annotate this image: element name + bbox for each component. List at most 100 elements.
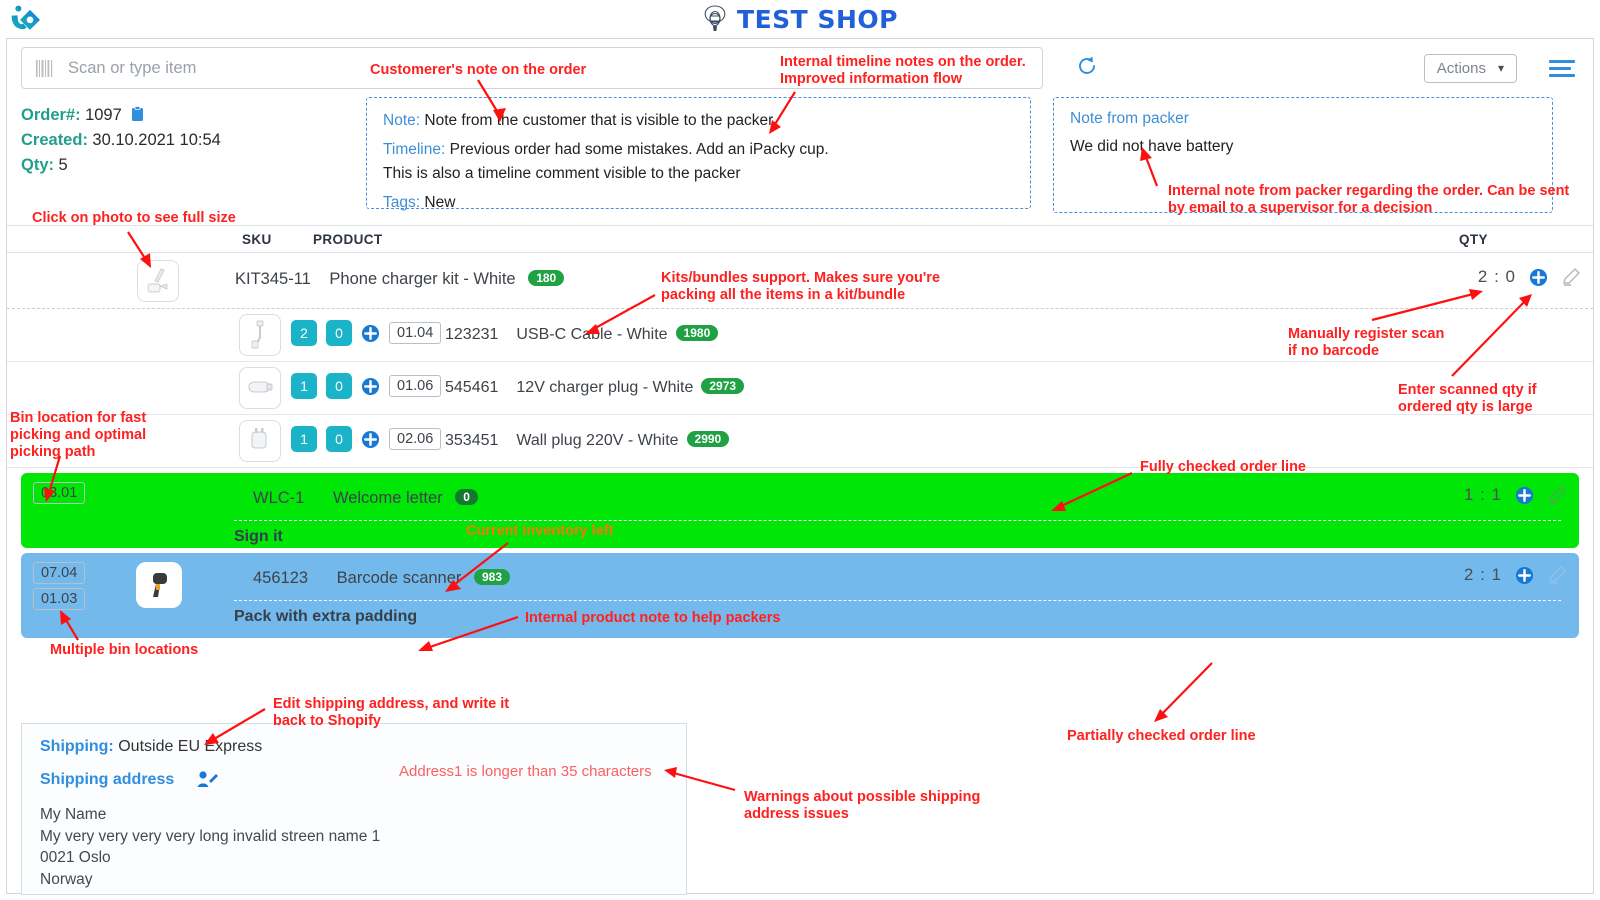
order-meta: Order#: 1097 Created: 30.10.2021 10:54 Q… xyxy=(21,103,221,178)
address-line-4: Norway xyxy=(40,870,93,888)
product-thumbnail[interactable] xyxy=(136,562,182,608)
item-controls: 1 0 01.06 xyxy=(291,373,442,399)
order-number-label: Order#: xyxy=(21,106,81,124)
remaining-qty-badge[interactable]: 0 xyxy=(326,373,352,399)
product-thumbnail[interactable] xyxy=(137,260,179,302)
order-number-value: 1097 xyxy=(85,106,122,124)
plus-circle-icon[interactable] xyxy=(361,430,380,449)
full-row-inventory-badge: 0 xyxy=(455,489,478,505)
remaining-qty-badge[interactable]: 0 xyxy=(326,426,352,452)
order-timeline-value: Previous order had some mistakes. Add an… xyxy=(449,141,829,158)
plus-circle-icon[interactable] xyxy=(361,377,380,396)
bin-location: 07.04 xyxy=(33,562,86,584)
ipacky-logo-icon[interactable] xyxy=(8,4,42,34)
item-controls: 2 0 01.04 xyxy=(291,320,442,346)
usb-cable-photo xyxy=(251,320,264,349)
partial-row-sku: 456123 xyxy=(253,569,309,587)
kit-name: Phone charger kit - White xyxy=(329,270,516,288)
partial-row-name: Barcode scanner xyxy=(336,569,462,587)
row-divider xyxy=(234,600,1561,601)
wall-plug-photo xyxy=(251,428,267,449)
order-line-partial[interactable]: 07.04 01.03 456123 Barcode scanner 983 P… xyxy=(21,553,1579,638)
full-row-qty-value: 1 : 1 xyxy=(1463,485,1502,504)
column-header-product: PRODUCT xyxy=(313,232,383,247)
shipping-box: Shipping: Outside EU Express Shipping ad… xyxy=(21,723,687,895)
plus-circle-icon[interactable] xyxy=(1529,268,1548,287)
app-frame: Scan or type item Actions ▾ Order#: 1097 xyxy=(6,38,1594,895)
item-sku: 123231 xyxy=(445,326,499,343)
full-row-note: Sign it xyxy=(234,528,283,545)
full-row-sku: WLC-1 xyxy=(253,489,305,507)
address-line-3: 0021 Oslo xyxy=(40,849,111,866)
annotation-enter-qty: Enter scanned qty if ordered qty is larg… xyxy=(1398,382,1537,415)
product-thumbnail[interactable] xyxy=(239,420,281,462)
pencil-icon[interactable] xyxy=(1561,267,1581,287)
order-qty-row: Qty: 5 xyxy=(21,153,221,178)
order-number-row: Order#: 1097 xyxy=(21,103,221,128)
edit-contact-icon[interactable] xyxy=(196,770,219,790)
order-created-row: Created: 30.10.2021 10:54 xyxy=(21,128,221,153)
globe-balloon-icon xyxy=(704,5,726,31)
product-thumbnail[interactable] xyxy=(239,367,281,409)
table-row[interactable]: 1 0 02.06 353451 Wall plug 220V - White 2990 xyxy=(7,415,1593,468)
item-name: USB-C Cable - White xyxy=(516,326,668,343)
plus-circle-icon[interactable] xyxy=(1515,566,1534,585)
item-inventory-badge: 2990 xyxy=(686,431,730,447)
shipping-address-lines: My Name My very very very very long inva… xyxy=(40,804,668,890)
pencil-icon[interactable] xyxy=(1547,565,1567,585)
items-table-header: SKU PRODUCT QTY xyxy=(7,225,1593,253)
item-info: 353451 Wall plug 220V - White 2990 xyxy=(445,431,730,450)
order-timeline-line: Timeline: Previous order had some mistak… xyxy=(383,139,1014,161)
table-row[interactable]: 1 0 01.06 545461 12V charger plug - White 297… xyxy=(7,362,1593,415)
bin-location: 01.06 xyxy=(389,375,442,397)
refresh-button[interactable] xyxy=(1075,54,1099,83)
scanned-qty-badge[interactable]: 1 xyxy=(291,426,317,452)
order-note-line: Note: Note from the customer that is vis… xyxy=(383,110,1014,132)
shipping-method-label: Shipping: xyxy=(40,738,114,755)
order-note-box: Note: Note from the customer that is vis… xyxy=(366,97,1031,211)
pencil-icon[interactable] xyxy=(1547,485,1567,505)
charger-kit-photo xyxy=(147,268,168,293)
order-line-full[interactable]: 03.01 WLC-1 Welcome letter 0 Sign it 1 :… xyxy=(21,473,1579,548)
scanned-qty-badge[interactable]: 2 xyxy=(291,320,317,346)
annotation-fully-checked: Fully checked order line xyxy=(1140,459,1306,475)
actions-dropdown[interactable]: Actions ▾ xyxy=(1423,53,1517,83)
product-thumbnail[interactable] xyxy=(239,314,281,356)
column-header-sku: SKU xyxy=(242,232,272,247)
shipping-method-line: Shipping: Outside EU Express xyxy=(40,738,668,756)
order-created-value: 30.10.2021 10:54 xyxy=(92,131,221,149)
annotation-kits-bundles: Kits/bundles support. Makes sure you're … xyxy=(661,270,941,303)
order-timeline-value2: This is also a timeline comment visible … xyxy=(383,165,741,182)
plus-circle-icon[interactable] xyxy=(1515,486,1534,505)
bin-locations: 03.01 xyxy=(33,482,86,508)
order-created-label: Created: xyxy=(21,131,88,149)
order-tags-value: New xyxy=(424,194,456,211)
full-row-info: WLC-1 Welcome letter 0 xyxy=(253,489,478,508)
partial-row-inventory-badge: 983 xyxy=(474,569,511,585)
row-divider xyxy=(234,520,1561,521)
barcode-icon xyxy=(36,59,53,77)
scan-input-placeholder[interactable]: Scan or type item xyxy=(68,59,196,78)
chevron-down-icon: ▾ xyxy=(1497,61,1504,75)
order-qty-value: 5 xyxy=(58,156,68,174)
clipboard-icon[interactable] xyxy=(131,106,144,122)
hamburger-menu-icon[interactable] xyxy=(1549,59,1575,77)
order-tags-line: Tags: New xyxy=(383,192,1014,214)
scanned-qty-badge[interactable]: 1 xyxy=(291,373,317,399)
partial-row-qty-value: 2 : 1 xyxy=(1463,565,1502,584)
kit-inventory-badge: 180 xyxy=(528,270,565,286)
full-row-qty-cell: 1 : 1 xyxy=(1464,485,1567,505)
annotation-manual-scan: Manually register scan if no barcode xyxy=(1288,326,1445,359)
plus-circle-icon[interactable] xyxy=(361,324,380,343)
packer-note-title: Note from packer xyxy=(1070,110,1189,127)
item-info: 545461 12V charger plug - White 2973 xyxy=(445,378,745,397)
packer-note-body: We did not have battery xyxy=(1070,138,1234,155)
partial-row-info: 456123 Barcode scanner 983 xyxy=(253,569,511,588)
shop-name: TEST SHOP xyxy=(737,4,898,34)
annotation-address-warning: Address1 is longer than 35 characters xyxy=(399,763,652,780)
shop-brand: TEST SHOP xyxy=(702,5,898,34)
kit-qty-cell: 2 : 0 xyxy=(1478,267,1581,287)
annotation-partially-checked: Partially checked order line xyxy=(1067,728,1256,744)
remaining-qty-badge[interactable]: 0 xyxy=(326,320,352,346)
item-inventory-badge: 2973 xyxy=(701,378,745,394)
